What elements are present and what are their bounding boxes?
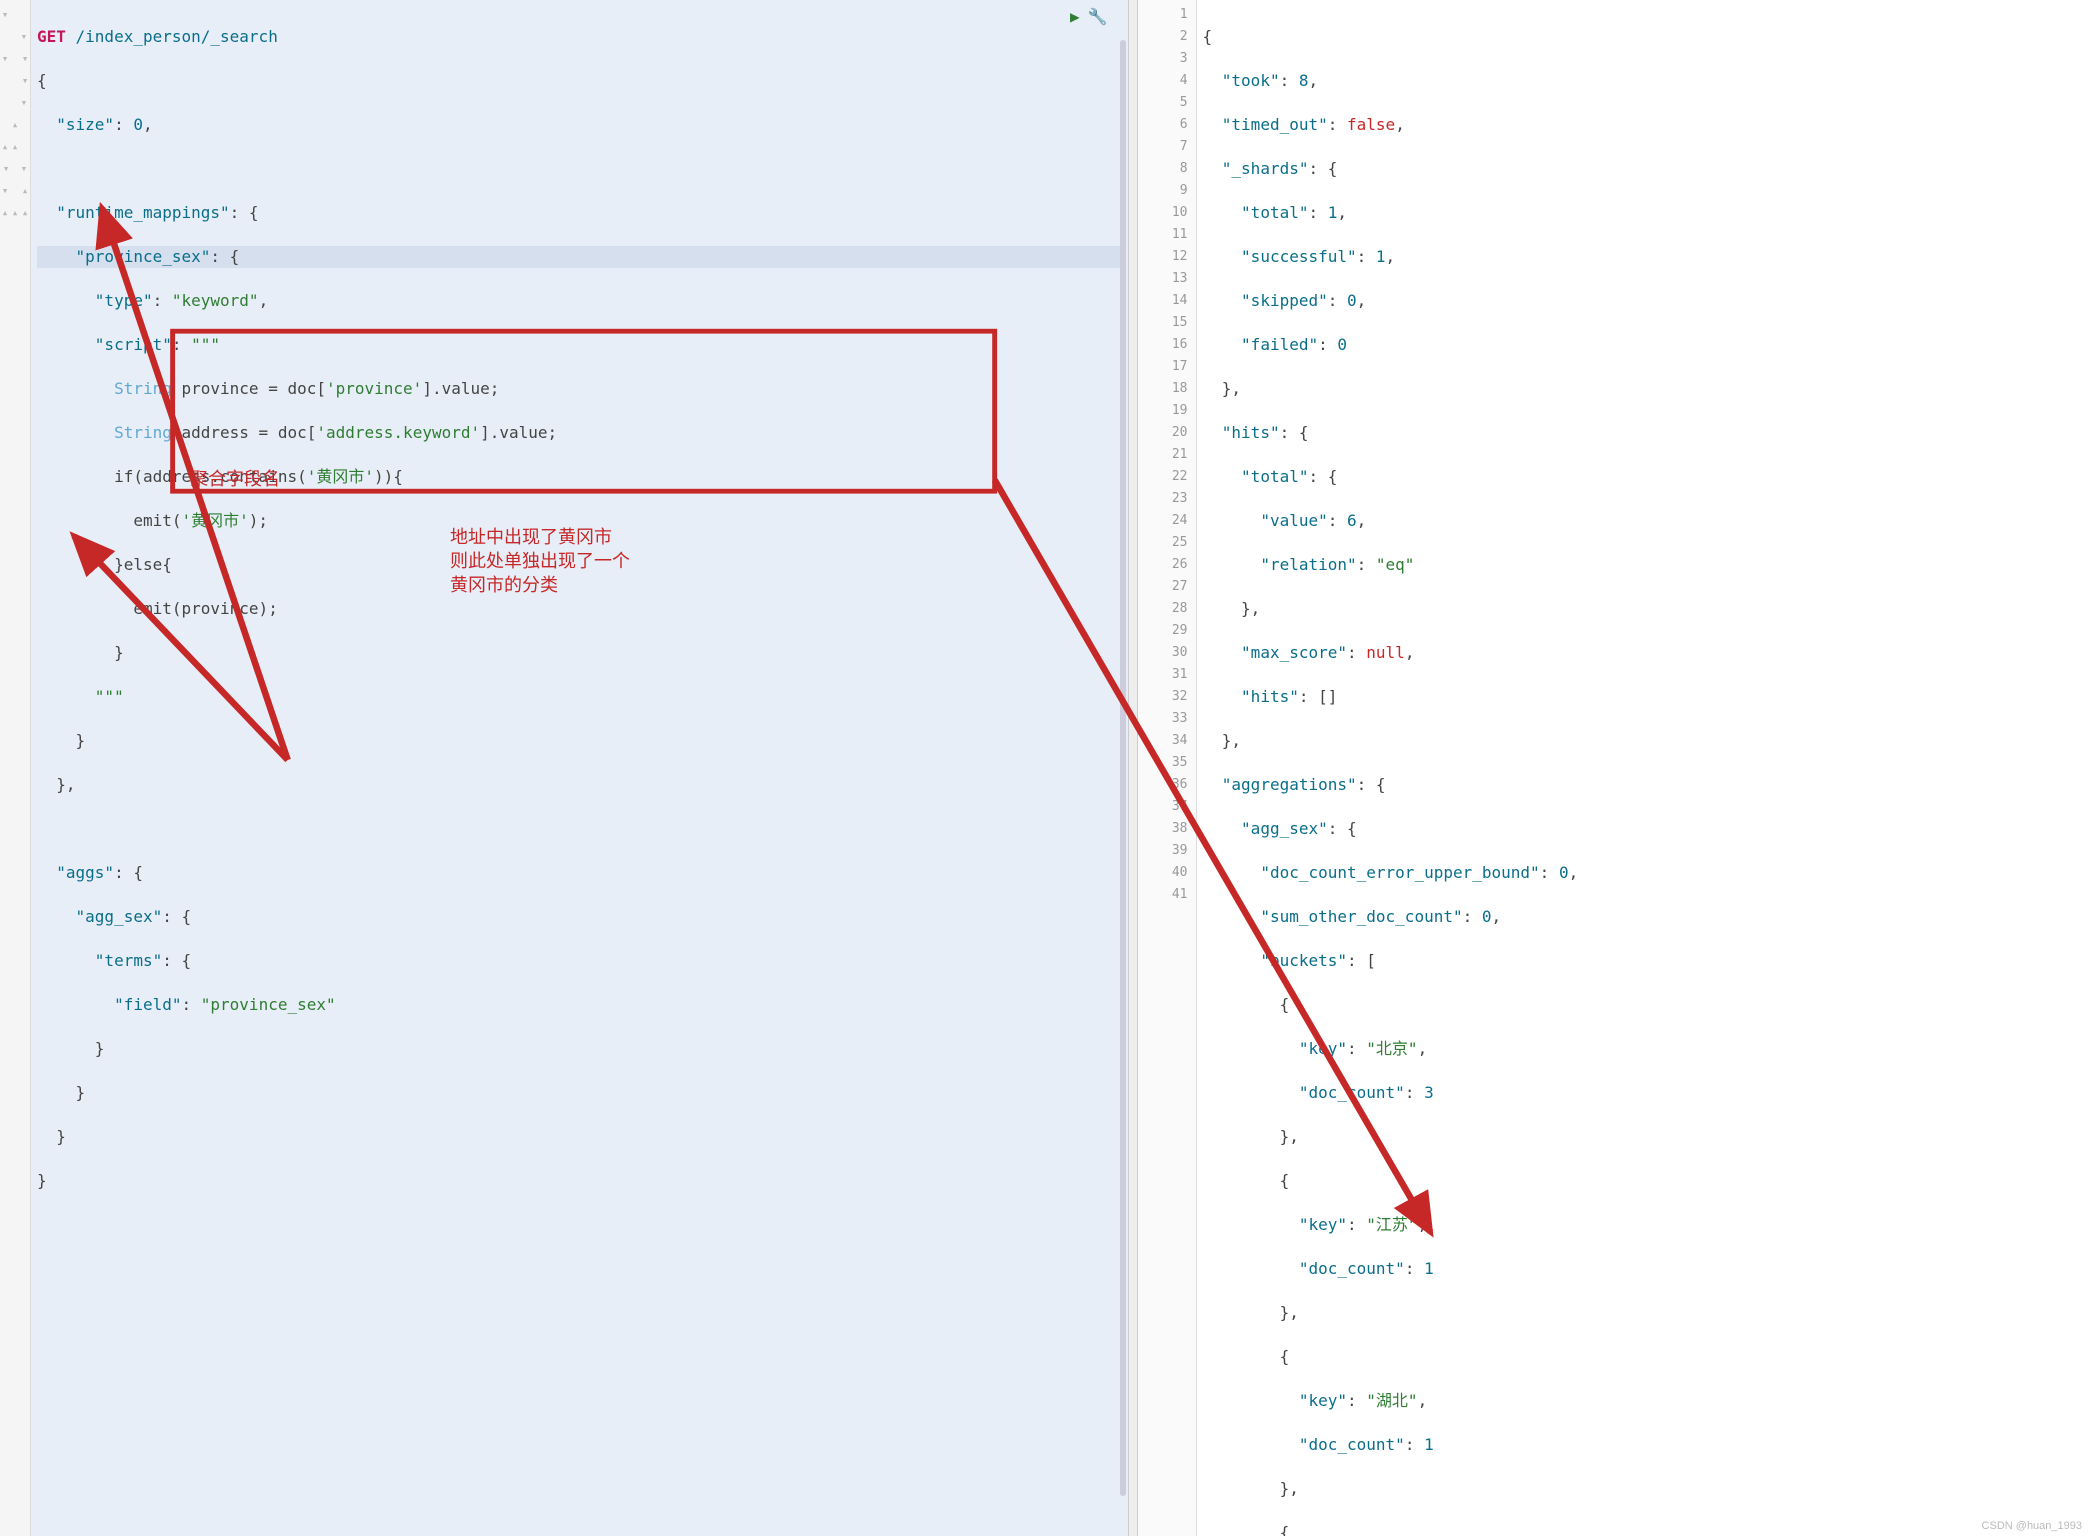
request-path: /index_person/_search [76, 27, 278, 46]
code-line: "relation": "eq" [1203, 554, 2084, 576]
code-line: emit(province); [37, 598, 1124, 620]
scrollbar[interactable] [1120, 40, 1126, 1496]
request-editor-pane: ▾ ▾▾▾ ▾ ▾▴ ▴▴▾ ▾▾▴ ▴▴▴ GET /index_person… [0, 0, 1128, 1536]
code-line: "doc_count": 1 [1203, 1434, 2084, 1456]
code-line: "max_score": null, [1203, 642, 2084, 664]
code-line: "took": 8, [1203, 70, 2084, 92]
code-line: } [37, 1038, 1124, 1060]
code-line: }else{ [37, 554, 1124, 576]
code-line: { [37, 70, 1124, 92]
code-line: "hits": [] [1203, 686, 2084, 708]
code-line: }, [1203, 598, 2084, 620]
code-line: emit('黄冈市'); [37, 510, 1124, 532]
code-line: }, [1203, 378, 2084, 400]
code-line: """ [37, 686, 1124, 708]
code-line: "field": "province_sex" [37, 994, 1124, 1016]
code-line [37, 158, 1124, 180]
code-line: } [37, 642, 1124, 664]
run-icons: ▶ 🔧 [1070, 6, 1108, 28]
split-divider[interactable] [1128, 0, 1138, 1536]
code-line [37, 818, 1124, 840]
code-line: } [37, 1170, 1124, 1192]
code-line: "terms": { [37, 950, 1124, 972]
code-line: "aggregations": { [1203, 774, 2084, 796]
left-gutter: ▾ ▾▾▾ ▾ ▾▴ ▴▴▾ ▾▾▴ ▴▴▴ [0, 0, 31, 1536]
code-line: { [1203, 1522, 2084, 1536]
code-line: "total": { [1203, 466, 2084, 488]
code-line: "_shards": { [1203, 158, 2084, 180]
code-line: "runtime_mappings": { [37, 202, 1124, 224]
code-line: "agg_sex": { [1203, 818, 2084, 840]
code-line: String address = doc['address.keyword'].… [37, 422, 1124, 444]
code-line: String province = doc['province'].value; [37, 378, 1124, 400]
code-line: }, [1203, 1126, 2084, 1148]
code-line: "failed": 0 [1203, 334, 2084, 356]
code-line: } [37, 1082, 1124, 1104]
code-line: { [1203, 1346, 2084, 1368]
code-line: "key": "湖北", [1203, 1390, 2084, 1412]
editor-split-container: ▾ ▾▾▾ ▾ ▾▴ ▴▴▾ ▾▾▴ ▴▴▴ GET /index_person… [0, 0, 2088, 1536]
code-line: if(address.contains('黄冈市')){ [37, 466, 1124, 488]
watermark: CSDN @huan_1993 [1982, 1520, 2082, 1532]
code-line: "key": "北京", [1203, 1038, 2084, 1060]
response-pane: 1234567891011121314151617181920212223242… [1138, 0, 2088, 1536]
code-line: }, [1203, 1302, 2084, 1324]
request-code[interactable]: GET /index_person/_search { "size": 0, "… [31, 0, 1128, 1536]
wrench-icon[interactable]: 🔧 [1088, 6, 1108, 28]
response-code[interactable]: { "took": 8, "timed_out": false, "_shard… [1197, 0, 2088, 1536]
code-line: { [1203, 1170, 2084, 1192]
code-line: "agg_sex": { [37, 906, 1124, 928]
code-line: { [1203, 994, 2084, 1016]
code-line: "hits": { [1203, 422, 2084, 444]
http-method: GET [37, 27, 76, 46]
code-line: }, [1203, 1478, 2084, 1500]
code-line: } [37, 730, 1124, 752]
code-line: "buckets": [ [1203, 950, 2084, 972]
code-line: "skipped": 0, [1203, 290, 2084, 312]
code-line: "doc_count": 3 [1203, 1082, 2084, 1104]
code-line-highlighted: "province_sex": { [37, 246, 1124, 268]
code-line: "sum_other_doc_count": 0, [1203, 906, 2084, 928]
code-line: "aggs": { [37, 862, 1124, 884]
code-line: "doc_count": 1 [1203, 1258, 2084, 1280]
right-gutter: 1234567891011121314151617181920212223242… [1138, 0, 1197, 1536]
code-line: "type": "keyword", [37, 290, 1124, 312]
code-line: }, [37, 774, 1124, 796]
code-line: "doc_count_error_upper_bound": 0, [1203, 862, 2084, 884]
code-line: "total": 1, [1203, 202, 2084, 224]
code-line: "successful": 1, [1203, 246, 2084, 268]
code-line: } [37, 1126, 1124, 1148]
play-icon[interactable]: ▶ [1070, 6, 1080, 28]
code-line: "timed_out": false, [1203, 114, 2084, 136]
code-line: "value": 6, [1203, 510, 2084, 532]
code-line: { [1203, 26, 2084, 48]
code-line: "key": "江苏", [1203, 1214, 2084, 1236]
code-line: }, [1203, 730, 2084, 752]
code-line: "script": """ [37, 334, 1124, 356]
code-line: "size": 0, [37, 114, 1124, 136]
